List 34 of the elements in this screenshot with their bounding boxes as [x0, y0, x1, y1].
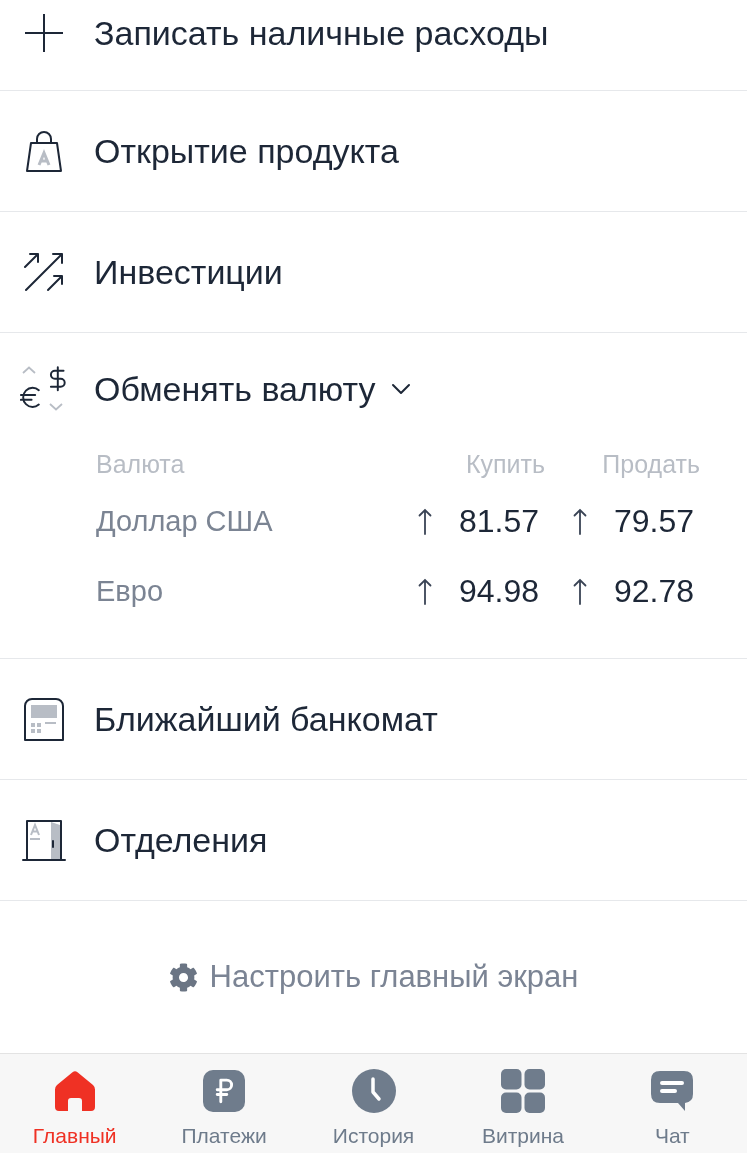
settings-icon — [168, 962, 198, 992]
arrow-up-icon — [416, 507, 433, 535]
column-heading: Продать — [601, 449, 700, 479]
menu-item[interactable]: Открытие продукта — [0, 91, 747, 211]
arrow-up-icon — [416, 577, 433, 605]
diagonal-arrows-icon — [22, 250, 66, 294]
tab[interactable]: Чат — [597, 1054, 747, 1153]
clock-icon — [350, 1068, 397, 1114]
menu-item[interactable]: Обменять валюту — [0, 333, 747, 445]
rate-value: 92.78 — [613, 572, 694, 610]
currency-exchange-icon — [20, 365, 68, 413]
rate-value: 79.57 — [613, 502, 694, 540]
column-heading: Валюта — [96, 449, 186, 479]
menu-item[interactable]: Инвестиции — [0, 212, 747, 332]
menu-item[interactable]: Отделения — [0, 780, 747, 900]
grid-icon — [499, 1068, 546, 1114]
tab[interactable]: История — [298, 1054, 449, 1153]
atm-icon — [22, 697, 66, 741]
door-icon — [22, 818, 66, 862]
currency-name: Евро — [96, 574, 164, 608]
rate-value: 81.57 — [458, 502, 539, 540]
settings-link[interactable]: Настроить главный экран — [162, 955, 585, 999]
rate-value: 94.98 — [458, 572, 539, 610]
plus-icon — [22, 11, 66, 55]
tab[interactable]: Платежи — [149, 1054, 299, 1153]
arrow-up-icon — [571, 507, 588, 535]
tab[interactable]: Витрина — [448, 1054, 598, 1153]
menu-item[interactable]: Записать наличные расходы — [0, 0, 747, 90]
column-heading: Купить — [464, 449, 545, 479]
ruble-icon — [201, 1068, 248, 1114]
menu-item[interactable]: Ближайший банкомат — [0, 659, 747, 779]
tab[interactable]: Главный — [0, 1054, 150, 1153]
arrow-up-icon — [571, 577, 588, 605]
currency-name: Доллар США — [96, 504, 274, 538]
